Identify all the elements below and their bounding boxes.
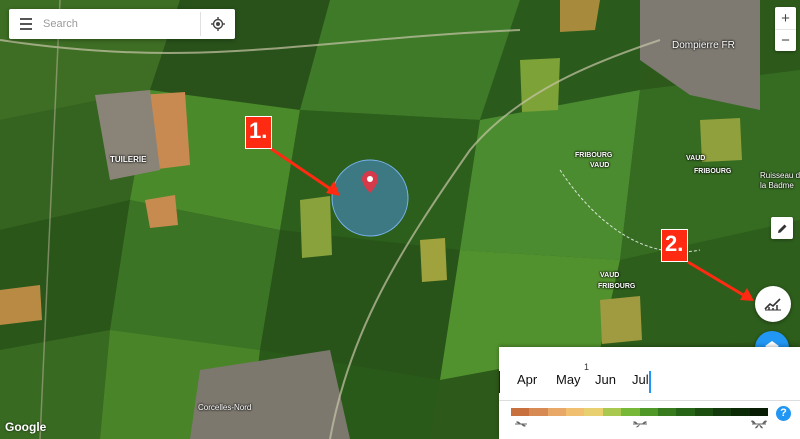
- place-label-dompierre: Dompierre FR: [672, 40, 735, 51]
- annotation-step-2: 2.: [661, 229, 688, 262]
- zoom-control: + −: [775, 7, 796, 51]
- search-bar: [9, 9, 235, 39]
- legend-swatch: [547, 408, 567, 416]
- annotation-step-1: 1.: [245, 116, 272, 149]
- timeline-current-date-marker[interactable]: [649, 371, 651, 393]
- timeline-marker-label: 1: [584, 362, 590, 372]
- search-input[interactable]: [43, 12, 201, 36]
- legend-swatch: [657, 408, 677, 416]
- draw-button[interactable]: [771, 217, 793, 239]
- timeline-month-jun[interactable]: Jun: [595, 372, 616, 387]
- my-location-icon[interactable]: [201, 9, 235, 39]
- zoom-in-button[interactable]: +: [775, 7, 796, 29]
- legend-swatch: [749, 408, 769, 416]
- sprout-small-icon: [515, 421, 527, 427]
- place-label-badme: la Badme: [760, 181, 794, 190]
- chart-icon: [764, 298, 781, 311]
- place-label-corcelles: Corcelles-Nord: [198, 403, 252, 412]
- google-logo: Google: [5, 420, 47, 434]
- border-label-fribourg-3: FRIBOURG: [598, 283, 636, 290]
- legend-swatch: [731, 408, 750, 416]
- legend-swatch: [566, 408, 585, 416]
- timeline-month-jul[interactable]: Jul: [632, 372, 649, 387]
- border-label-fribourg-2: FRIBOURG: [694, 168, 732, 175]
- timeline-month-may[interactable]: May: [556, 372, 581, 387]
- legend-swatch: [529, 408, 548, 416]
- ndvi-color-legend: [511, 408, 769, 416]
- timeline-divider: [499, 400, 800, 401]
- legend-swatch: [676, 408, 695, 416]
- place-label-ruisseau: Ruisseau de: [760, 171, 800, 180]
- legend-swatch: [584, 408, 603, 416]
- timeline-panel: Apr May Jun Jul 1 ?: [499, 347, 800, 439]
- legend-swatch: [511, 408, 530, 416]
- legend-swatch: [694, 408, 713, 416]
- pencil-icon: [777, 224, 786, 233]
- timeline-tick: [499, 371, 500, 393]
- border-label-vaud: VAUD: [590, 162, 610, 169]
- border-label-vaud-3: VAUD: [600, 272, 620, 279]
- legend-swatch: [602, 408, 622, 416]
- sprout-medium-icon: [633, 421, 647, 428]
- legend-swatch: [621, 408, 640, 416]
- timeline-month-apr[interactable]: Apr: [517, 372, 537, 387]
- legend-swatch: [639, 408, 658, 416]
- border-label-vaud-2: VAUD: [686, 155, 706, 162]
- place-label-tuilerie: TUILERIE: [110, 155, 147, 164]
- menu-icon[interactable]: [9, 9, 43, 39]
- border-label-fribourg: FRIBOURG: [575, 152, 613, 159]
- legend-swatch: [712, 408, 732, 416]
- map-pin-icon[interactable]: [362, 171, 378, 193]
- zoom-out-button[interactable]: −: [775, 29, 796, 51]
- plant-large-icon: [751, 420, 767, 429]
- chart-button[interactable]: [755, 286, 791, 322]
- help-icon[interactable]: ?: [776, 406, 791, 421]
